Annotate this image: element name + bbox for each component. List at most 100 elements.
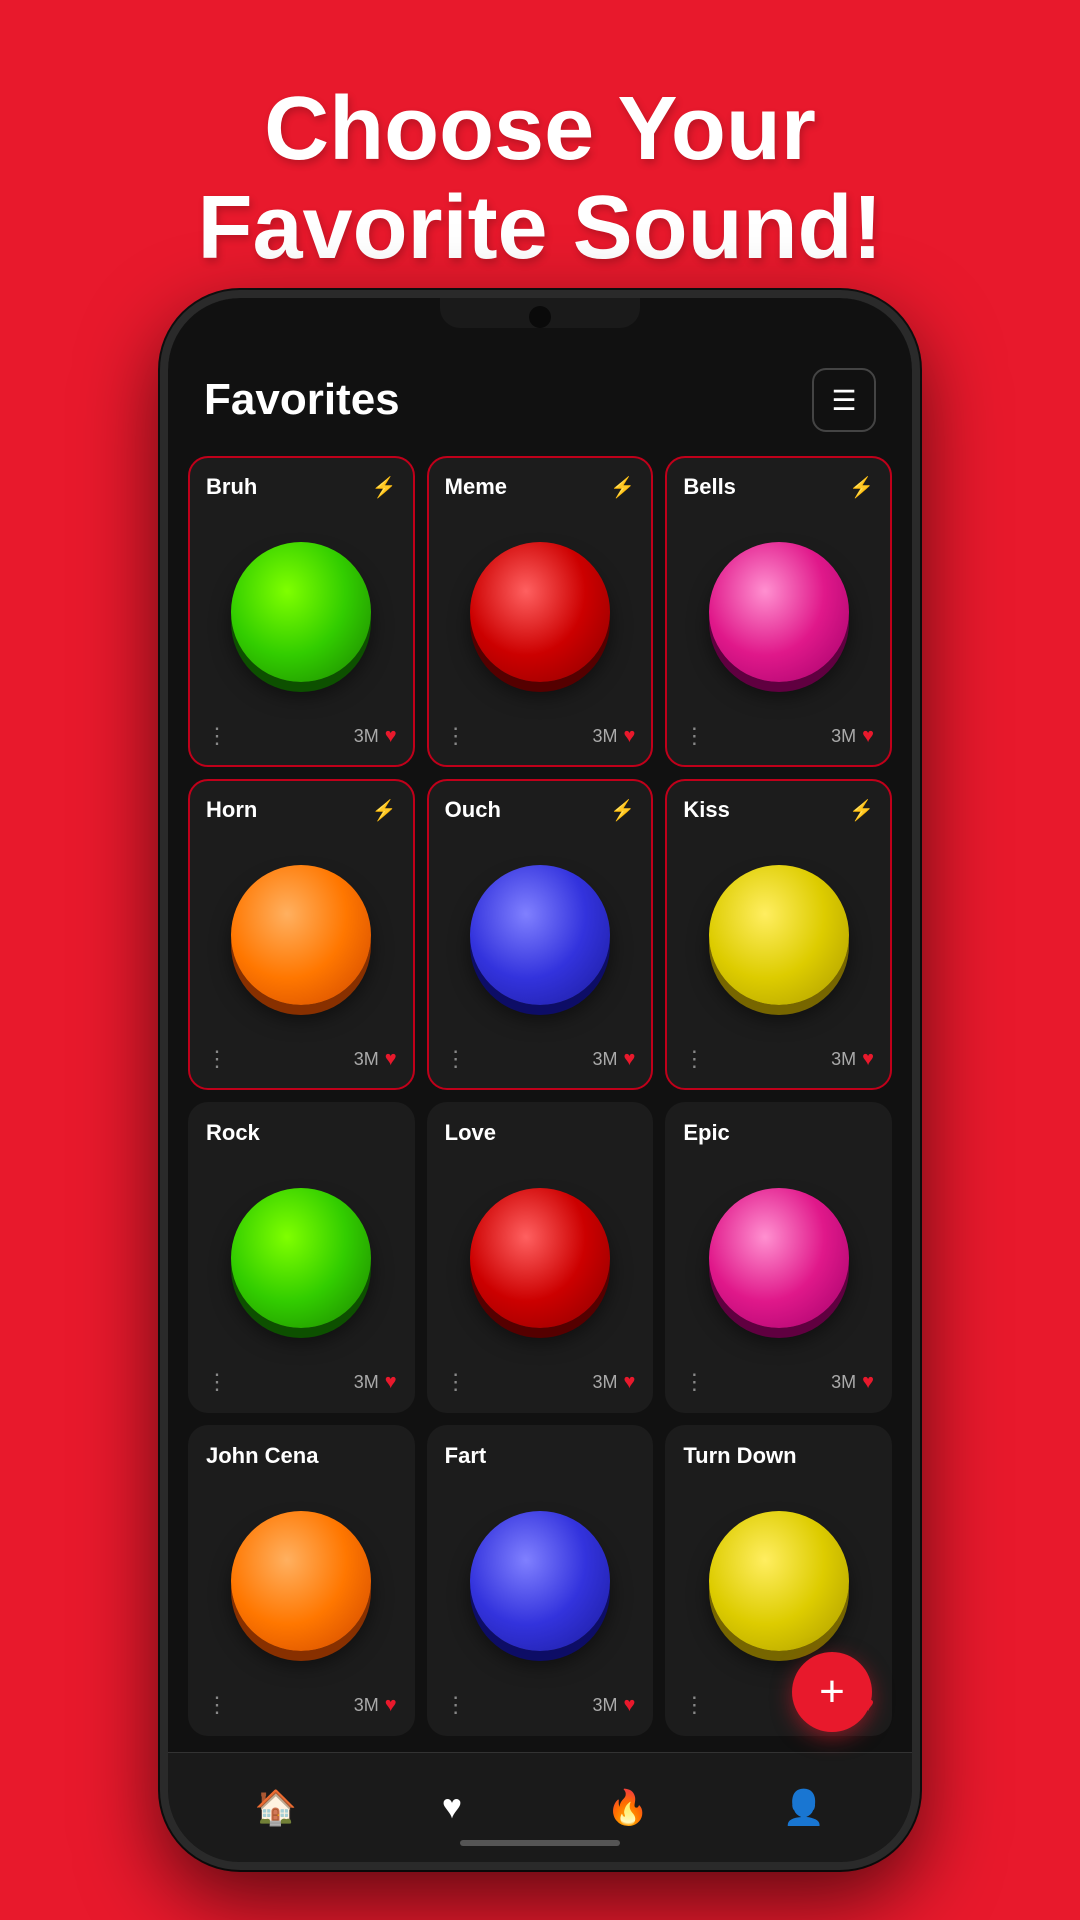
sound-card-epic[interactable]: Epic ⋮ 3M ♥ — [665, 1102, 892, 1413]
sound-name: Epic — [683, 1120, 729, 1146]
heart-icon[interactable]: ♥ — [385, 1371, 397, 1394]
card-header: Meme ⚡ — [445, 474, 636, 500]
button-area — [445, 508, 636, 715]
heart-icon[interactable]: ♥ — [623, 1371, 635, 1394]
sound-button[interactable] — [231, 1511, 371, 1651]
button-area — [206, 1477, 397, 1684]
more-options[interactable]: ⋮ — [206, 1046, 229, 1072]
phone-mockup: Favorites ☰ Bruh ⚡ ⋮ 3M ♥ Meme ⚡ — [160, 290, 920, 1870]
more-options[interactable]: ⋮ — [206, 723, 229, 749]
trending-icon: 🔥 — [607, 1788, 649, 1828]
sound-card-kiss[interactable]: Kiss ⚡ ⋮ 3M ♥ — [665, 779, 892, 1090]
heart-icon[interactable]: ♥ — [862, 1371, 874, 1394]
heart-icon[interactable]: ♥ — [385, 725, 397, 748]
sound-name: Turn Down — [683, 1443, 796, 1469]
sound-button[interactable] — [470, 865, 610, 1005]
sound-card-fart[interactable]: Fart ⋮ 3M ♥ — [427, 1425, 654, 1736]
heart-icon[interactable]: ♥ — [385, 1048, 397, 1071]
nav-item-favorites[interactable]: ♥ — [364, 1788, 540, 1827]
sound-name: Bells — [683, 474, 736, 500]
card-footer: ⋮ 3M ♥ — [683, 1369, 874, 1395]
card-header: Fart — [445, 1443, 636, 1469]
sound-card-horn[interactable]: Horn ⚡ ⋮ 3M ♥ — [188, 779, 415, 1090]
sound-button[interactable] — [709, 542, 849, 682]
button-area — [445, 831, 636, 1038]
likes-count: 3M — [592, 1049, 617, 1070]
likes-count: 3M — [592, 1372, 617, 1393]
card-footer: ⋮ 3M ♥ — [206, 1692, 397, 1718]
more-options[interactable]: ⋮ — [445, 1046, 468, 1072]
hero-section: Choose Your Favorite Sound! — [0, 0, 1080, 338]
heart-icon[interactable]: ♥ — [385, 1694, 397, 1717]
sound-button[interactable] — [709, 865, 849, 1005]
sound-button[interactable] — [231, 865, 371, 1005]
sound-card-ouch[interactable]: Ouch ⚡ ⋮ 3M ♥ — [427, 779, 654, 1090]
likes-area: 3M ♥ — [831, 725, 874, 748]
volume-up-button — [160, 598, 162, 678]
card-header: Bells ⚡ — [683, 474, 874, 500]
heart-icon[interactable]: ♥ — [623, 1048, 635, 1071]
nav-item-trending[interactable]: 🔥 — [540, 1788, 716, 1828]
heart-icon[interactable]: ♥ — [862, 1048, 874, 1071]
button-area — [206, 508, 397, 715]
sound-button[interactable] — [709, 1511, 849, 1651]
likes-area: 3M ♥ — [354, 1371, 397, 1394]
card-header: Epic — [683, 1120, 874, 1146]
likes-area: 3M ♥ — [592, 1048, 635, 1071]
home-indicator — [460, 1840, 620, 1846]
sound-card-john-cena[interactable]: John Cena ⋮ 3M ♥ — [188, 1425, 415, 1736]
sound-name: John Cena — [206, 1443, 318, 1469]
sound-card-rock[interactable]: Rock ⋮ 3M ♥ — [188, 1102, 415, 1413]
power-button — [918, 648, 920, 768]
hero-title: Choose Your Favorite Sound! — [0, 80, 1080, 278]
card-header: John Cena — [206, 1443, 397, 1469]
sound-card-love[interactable]: Love ⋮ 3M ♥ — [427, 1102, 654, 1413]
more-options[interactable]: ⋮ — [445, 1369, 468, 1395]
more-options[interactable]: ⋮ — [683, 1692, 706, 1718]
more-options[interactable]: ⋮ — [683, 723, 706, 749]
sound-name: Kiss — [683, 797, 729, 823]
likes-count: 3M — [354, 1372, 379, 1393]
sound-grid: Bruh ⚡ ⋮ 3M ♥ Meme ⚡ ⋮ 3M ♥ — [168, 448, 912, 1752]
heart-icon[interactable]: ♥ — [623, 725, 635, 748]
card-header: Turn Down — [683, 1443, 874, 1469]
lightning-icon: ⚡ — [372, 798, 397, 823]
likes-count: 3M — [831, 1372, 856, 1393]
sound-name: Meme — [445, 474, 507, 500]
sound-button[interactable] — [470, 542, 610, 682]
camera-hole — [529, 306, 551, 328]
sound-card-bruh[interactable]: Bruh ⚡ ⋮ 3M ♥ — [188, 456, 415, 767]
filter-button[interactable]: ☰ — [812, 368, 876, 432]
add-sound-fab[interactable]: + — [792, 1652, 872, 1732]
card-header: Bruh ⚡ — [206, 474, 397, 500]
lightning-icon: ⚡ — [849, 475, 874, 500]
likes-area: 3M ♥ — [354, 1048, 397, 1071]
sound-card-meme[interactable]: Meme ⚡ ⋮ 3M ♥ — [427, 456, 654, 767]
sound-name: Rock — [206, 1120, 260, 1146]
sound-card-bells[interactable]: Bells ⚡ ⋮ 3M ♥ — [665, 456, 892, 767]
card-footer: ⋮ 3M ♥ — [445, 723, 636, 749]
sound-button[interactable] — [709, 1188, 849, 1328]
more-options[interactable]: ⋮ — [445, 723, 468, 749]
card-header: Rock — [206, 1120, 397, 1146]
button-area — [683, 1154, 874, 1361]
sound-button[interactable] — [470, 1511, 610, 1651]
sound-button[interactable] — [470, 1188, 610, 1328]
heart-icon[interactable]: ♥ — [623, 1694, 635, 1717]
heart-icon[interactable]: ♥ — [862, 725, 874, 748]
likes-count: 3M — [592, 1695, 617, 1716]
card-header: Kiss ⚡ — [683, 797, 874, 823]
more-options[interactable]: ⋮ — [206, 1692, 229, 1718]
more-options[interactable]: ⋮ — [445, 1692, 468, 1718]
button-area — [683, 1477, 874, 1684]
more-options[interactable]: ⋮ — [206, 1369, 229, 1395]
sound-button[interactable] — [231, 542, 371, 682]
likes-count: 3M — [354, 1049, 379, 1070]
sound-name: Fart — [445, 1443, 487, 1469]
sound-button[interactable] — [231, 1188, 371, 1328]
nav-item-home[interactable]: 🏠 — [188, 1788, 364, 1828]
button-area — [445, 1154, 636, 1361]
more-options[interactable]: ⋮ — [683, 1369, 706, 1395]
nav-item-profile[interactable]: 👤 — [716, 1788, 892, 1828]
more-options[interactable]: ⋮ — [683, 1046, 706, 1072]
